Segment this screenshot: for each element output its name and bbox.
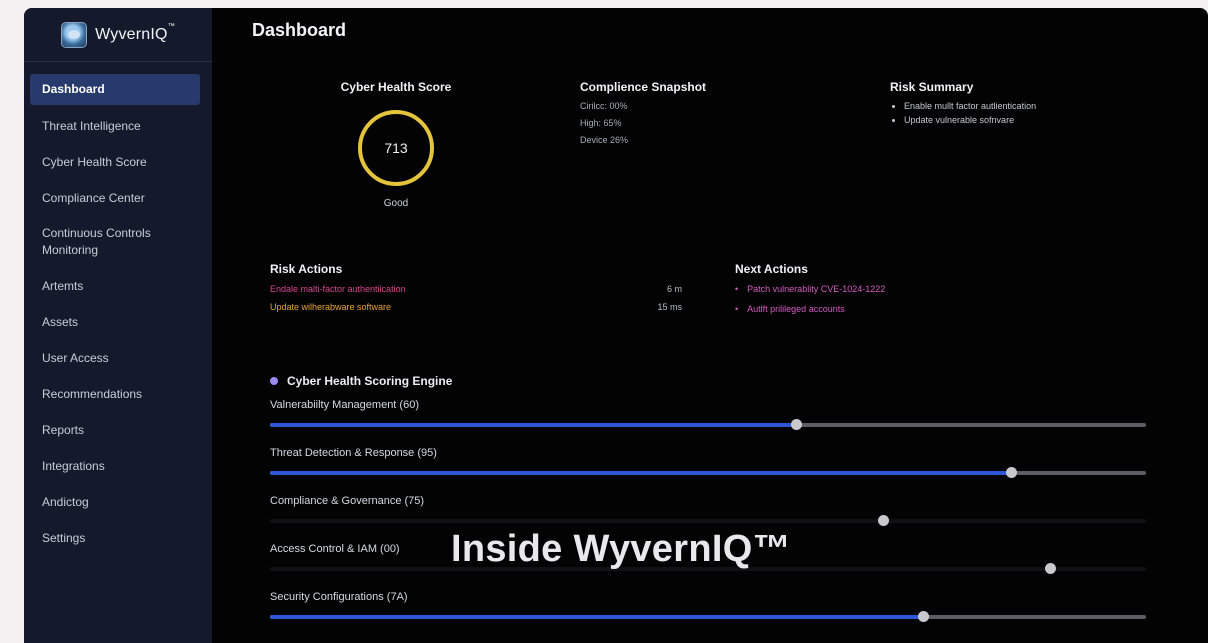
list-item: Enable mullt factor autlientication [904,101,1036,111]
next-action-item[interactable]: • Autlft prilileged accounts [735,304,885,314]
compliance-line: High: 65% [580,118,622,128]
globe-logo-icon [61,21,88,48]
risk-summary-card[interactable]: Risk Summary Enable mullt factor autlien… [890,80,1036,129]
sidebar-item-integrations[interactable]: Integrations [30,448,200,484]
slider-handle[interactable] [790,419,802,430]
risk-actions-card: Risk Actions Endale malti-factor authent… [270,262,682,312]
card-title: Cyber Health Score [340,80,452,94]
sidebar-item-assets[interactable]: Assets [30,304,200,340]
slider-handle[interactable] [1006,467,1018,478]
next-action-label: Autlft prilileged accounts [747,304,845,314]
sidebar-item-andictog[interactable]: Andictog [30,484,200,520]
risk-action-duration: 6 m [666,284,682,294]
slider-handle[interactable] [878,515,890,526]
app-window: WyvernIQ™ Dashboard Threat Intelligence … [24,8,1208,643]
cyber-health-score-card[interactable]: Cyber Health Score 713 Good [316,80,476,209]
metric-slider[interactable]: Valnerabiilty Management (60) [270,399,1146,436]
risk-action-link[interactable]: Endale malti-factor authentiication [270,284,406,294]
bullet-icon: • [735,284,739,294]
metric-slider[interactable]: Threat Detection & Response (95) [270,447,1146,484]
slider-track[interactable] [270,611,1146,622]
metric-list: Valnerabiilty Management (60) Threat Dete… [270,399,1146,628]
compliance-line: Cirilcc: 00% [580,101,628,111]
bullet-icon: • [735,304,739,314]
sidebar-item-compliance-center[interactable]: Compliance Center [30,180,200,216]
score-value: 713 [384,140,408,156]
sidebar-item-user-access[interactable]: User Access [30,340,200,376]
slider-fill [270,471,1012,475]
score-rating: Good [383,198,409,209]
sidebar-item-reports[interactable]: Reports [30,412,200,448]
compliance-line: Device 26% [580,135,629,145]
slider-track[interactable] [270,419,1146,430]
risk-action-duration: 15 ms [657,302,682,312]
list-item: Update vulnerable sofnvare [904,115,1036,125]
brand[interactable]: WyvernIQ™ [24,8,212,62]
score-ring: 713 [358,110,434,186]
watermark-caption: Inside WyvernIQ™ [451,528,791,570]
sidebar-item-settings[interactable]: Settings [30,520,200,556]
sidebar-item-artemts[interactable]: Artemts [30,268,200,304]
sidebar-item-continuous-controls-monitoring[interactable]: Continuous Controls Monitoring [30,216,200,268]
card-title: Complience Snapshot [580,80,707,94]
sidebar-item-cyber-health-score[interactable]: Cyber Health Score [30,144,200,180]
slider-handle[interactable] [1044,563,1056,574]
status-dot-icon [270,377,278,385]
engine-title: Cyber Health Scoring Engine [287,374,453,388]
sidebar-item-threat-intelligence[interactable]: Threat Intelligence [30,108,200,144]
metric-slider[interactable]: Security Configurations (7A) [270,591,1146,628]
slider-track[interactable] [270,515,1146,526]
next-actions-list: • Patch vulnerablity CVE-1024-1222 • Autlf… [735,284,885,314]
scoring-engine-panel: Cyber Health Scoring Engine Valnerabiilt… [270,374,1146,628]
next-action-label: Patch vulnerablity CVE-1024-1222 [747,284,886,294]
risk-action-link[interactable]: Update wilherabware software [270,302,391,312]
metric-label: Compliance & Governance (75) [270,495,425,507]
metric-label: Threat Detection & Response (95) [270,447,437,459]
compliance-snapshot-card[interactable]: Complience Snapshot Cirilcc: 00% High: 6… [580,80,706,145]
metric-slider[interactable]: Compliance & Governance (75) [270,495,1146,532]
sidebar-nav: Dashboard Threat Intelligence Cyber Heal… [30,74,200,556]
sidebar-item-dashboard[interactable]: Dashboard [30,74,200,105]
slider-handle[interactable] [918,611,930,622]
risk-action-row[interactable]: Update wilherabware software 15 ms [270,302,682,312]
next-action-item[interactable]: • Patch vulnerablity CVE-1024-1222 [735,284,885,294]
engine-header: Cyber Health Scoring Engine [270,374,1146,388]
card-title: Risk Summary [890,80,974,94]
slider-fill [270,423,796,427]
risk-action-row[interactable]: Endale malti-factor authentiication 6 m [270,284,682,294]
risk-summary-list: Enable mullt factor autlientication Upda… [890,101,1036,125]
metric-label: Valnerabiilty Management (60) [270,399,419,411]
card-title: Risk Actions [270,262,343,276]
card-title: Next Actions [735,262,808,276]
metric-label: Security Configurations (7A) [270,591,408,603]
next-actions-card: Next Actions • Patch vulnerablity CVE-102… [735,262,885,324]
sidebar-item-recommendations[interactable]: Recommendations [30,376,200,412]
brand-name: WyvernIQ™ [95,22,175,43]
sidebar: WyvernIQ™ Dashboard Threat Intelligence … [24,8,212,643]
slider-track[interactable] [270,467,1146,478]
page-title: Dashboard [252,20,347,40]
slider-fill [270,615,924,619]
